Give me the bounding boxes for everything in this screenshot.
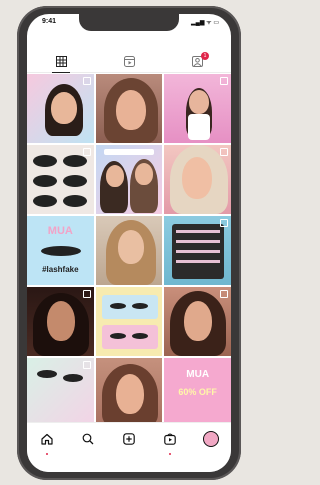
grid-post-6[interactable] [164,145,231,214]
phone-frame: 9:41 ▂▄▆ ᯤ ▭ 1 MUA #lashfake MUA 60% OFF [17,6,241,480]
multi-post-icon [219,290,228,298]
grid-post-12[interactable] [164,287,231,356]
tab-grid[interactable] [46,52,76,73]
reels-icon [123,55,135,67]
home-icon [41,433,53,445]
nav-profile[interactable] [199,429,223,449]
grid-post-8[interactable] [95,216,163,285]
grid-post-2[interactable] [95,74,163,143]
grid-post-4[interactable] [27,145,94,214]
post-overlay-text: #lashfake [42,265,79,274]
tab-tagged[interactable]: 1 [182,52,212,70]
multi-post-icon [82,148,91,156]
multi-post-icon [82,77,91,85]
grid-post-13[interactable] [27,358,94,427]
bottom-nav [27,422,231,472]
grid-post-3[interactable] [164,74,231,143]
status-icons: ▂▄▆ ᯤ ▭ [191,20,219,26]
notification-dot [46,453,49,455]
add-post-icon [123,433,135,445]
grid-post-11[interactable] [95,287,163,356]
grid-post-7[interactable]: MUA #lashfake [27,216,94,285]
post-grid: MUA #lashfake MUA 60% OFF [27,74,231,427]
post-overlay-text: MUA [186,369,210,380]
multi-post-icon [219,77,228,85]
post-overlay-text: MUA [47,225,73,237]
profile-tabs: 1 [27,50,231,73]
grid-post-15[interactable]: MUA 60% OFF [164,358,231,427]
grid-post-9[interactable] [164,216,231,285]
shop-icon [163,433,176,445]
multi-post-icon [219,148,228,156]
phone-screen: 9:41 ▂▄▆ ᯤ ▭ 1 MUA #lashfake MUA 60% OFF [27,14,231,472]
search-icon [82,433,94,445]
nav-home[interactable] [35,429,59,455]
notification-dot [168,453,171,455]
multi-post-icon [219,219,228,227]
grid-post-1[interactable] [27,74,94,143]
grid-post-10[interactable] [27,287,94,356]
multi-post-icon [82,361,91,369]
nav-shop[interactable] [158,429,182,455]
tab-reels[interactable] [114,52,144,70]
post-overlay-text: 60% OFF [178,387,217,397]
nav-search[interactable] [76,429,100,449]
notch [79,14,179,31]
grid-icon [55,55,67,67]
nav-add-post[interactable] [117,429,141,449]
grid-post-5[interactable] [95,145,163,214]
grid-post-14[interactable] [95,358,163,427]
status-time: 9:41 [42,18,57,25]
profile-avatar-icon [202,431,219,447]
multi-post-icon [82,290,91,298]
notification-badge: 1 [201,52,209,60]
